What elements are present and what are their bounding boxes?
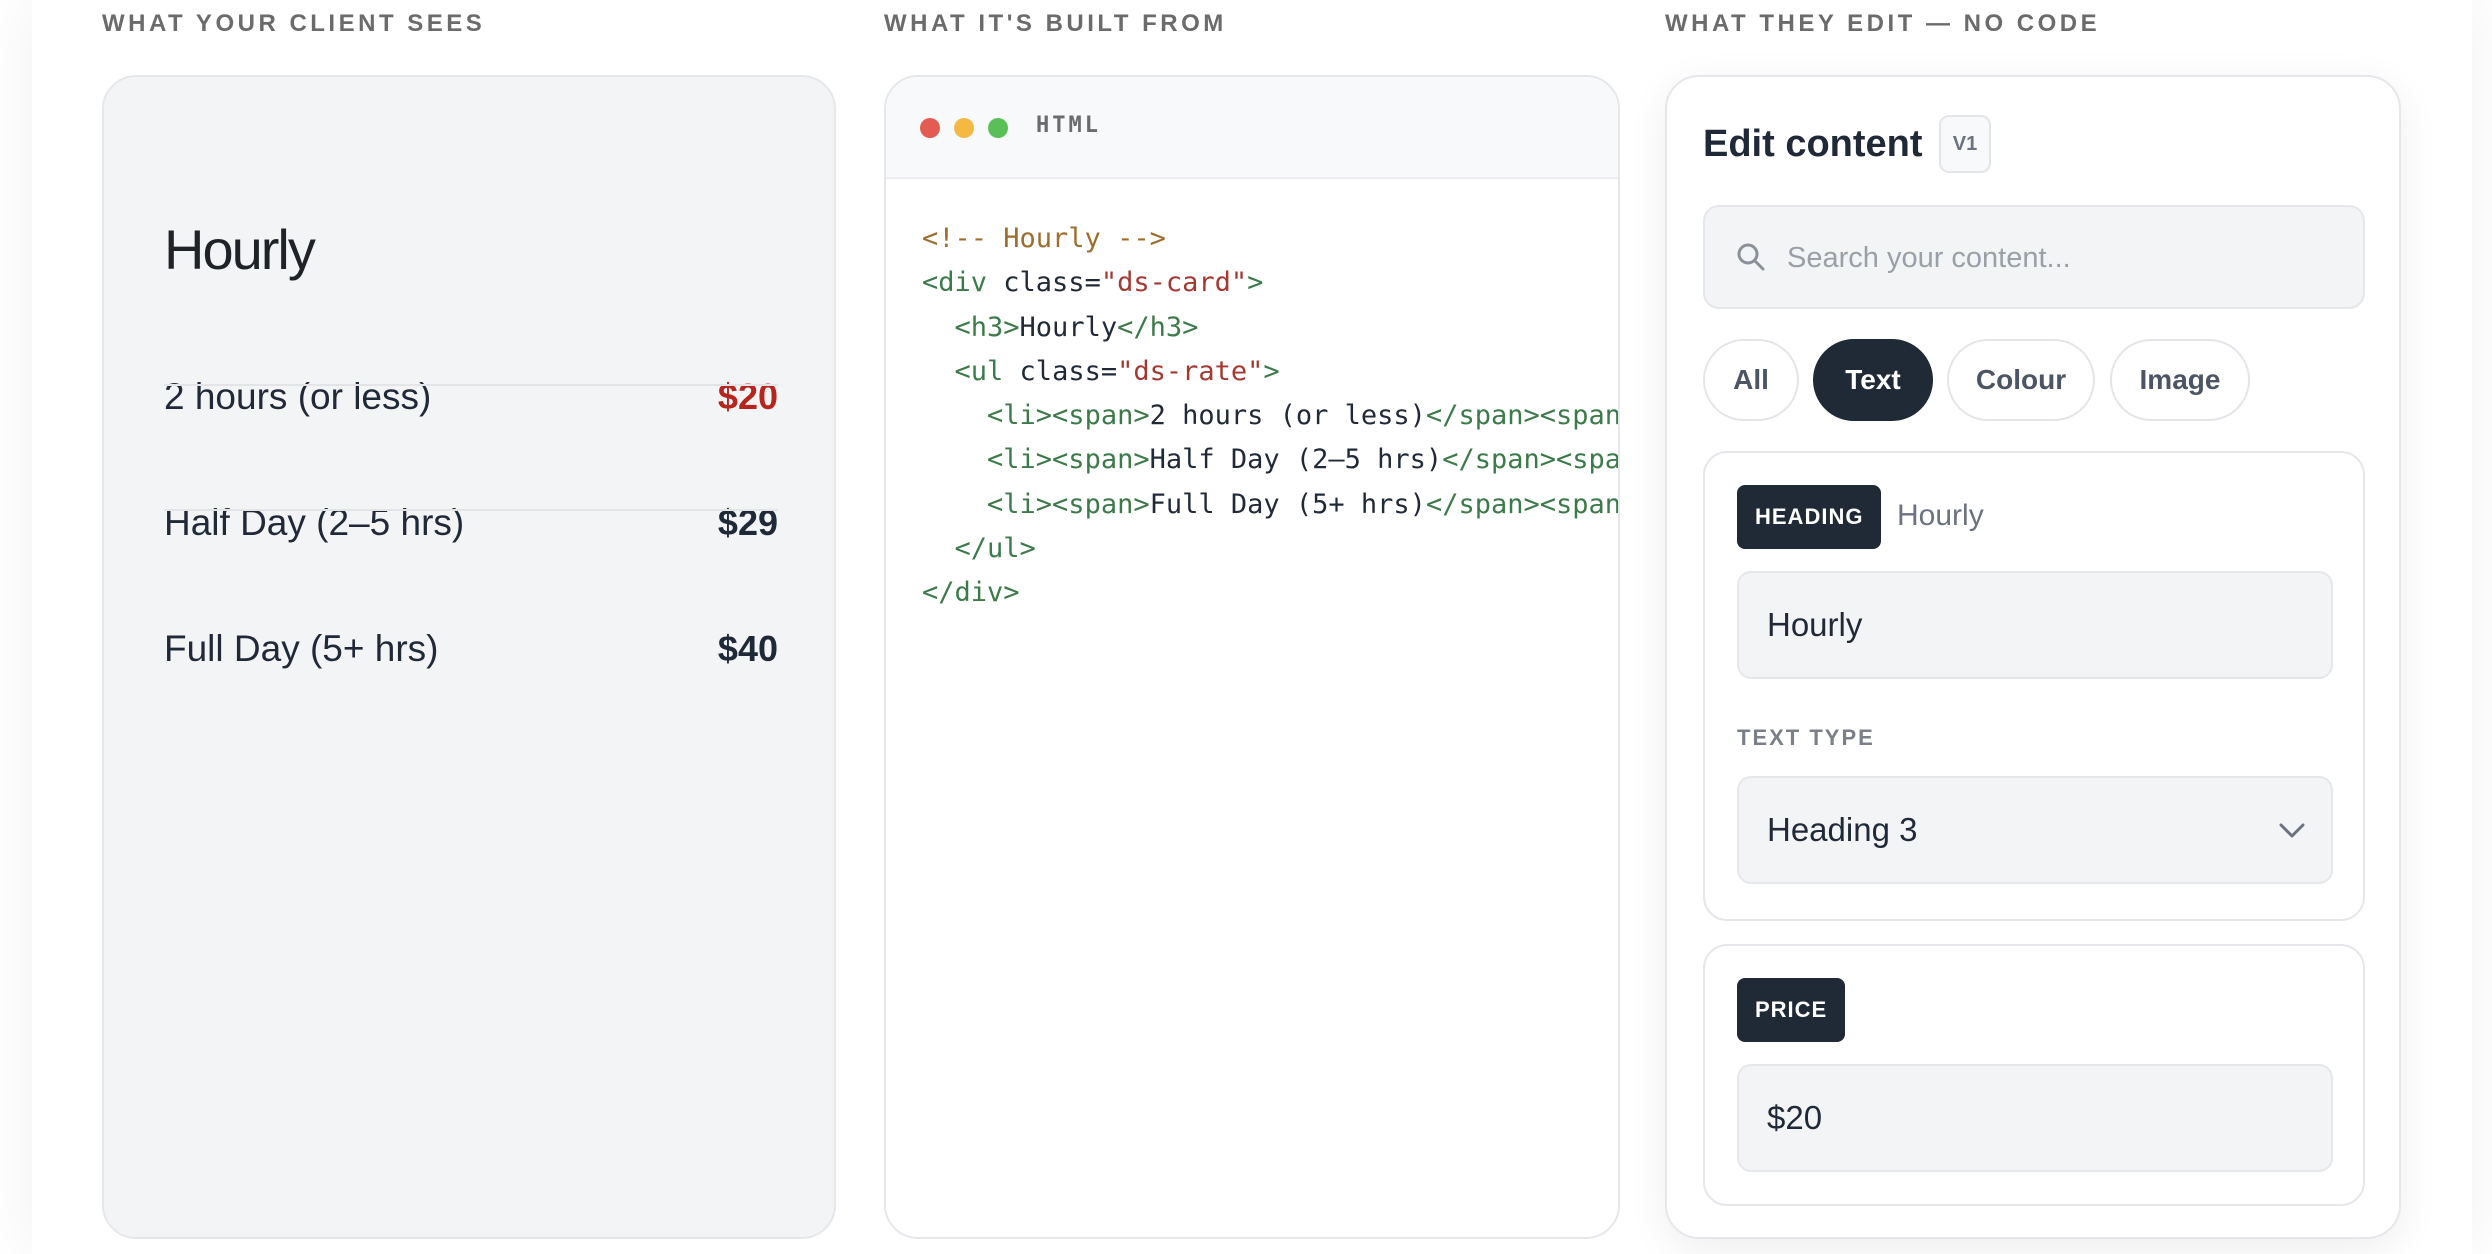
code-token: > [1247, 267, 1264, 299]
code-token: </div> [922, 577, 1020, 609]
price-value-field[interactable]: $20 [1737, 1064, 2333, 1172]
rate-row: Full Day (5+ hrs) $40 [164, 586, 778, 712]
search-icon [1737, 243, 1765, 271]
code-token: <h3> [954, 311, 1020, 343]
code-token: "ds-card" [1100, 267, 1248, 299]
code-token: <li><span> [987, 400, 1150, 432]
rate-divider [164, 384, 778, 386]
preview-heading: Hourly [164, 218, 316, 281]
code-token: </span><span c [1425, 400, 1620, 432]
code-token: class= [1003, 355, 1118, 387]
text-type-label: TEXT TYPE [1737, 725, 1875, 750]
code-token: </ul> [954, 533, 1036, 565]
client-preview-card: Hourly 2 hours (or less) $20 Half Day (2… [102, 75, 836, 1239]
close-dot-icon [920, 118, 940, 138]
code-token: <li><span> [987, 444, 1150, 476]
code-token: 2 hours (or less) [1149, 400, 1426, 432]
content-editor-panel: Edit content V1 All Text Colour Image HE… [1665, 75, 2401, 1239]
price-tag: PRICE [1737, 978, 1846, 1042]
rate-row: Half Day (2–5 hrs) $29 [164, 460, 778, 586]
code-token: <div [922, 267, 988, 299]
code-token: "ds-rate" [1117, 355, 1264, 387]
chevron-down-icon [2279, 823, 2305, 838]
code-language-label: HTML [1036, 113, 1101, 138]
filter-all[interactable]: All [1703, 339, 1799, 421]
rate-label: 2 hours (or less) [164, 376, 432, 417]
editor-title: Edit content [1703, 123, 1923, 165]
code-token: </span><span [1442, 444, 1620, 476]
code-listing: <!-- Hourly --> <div class="ds-card"> <h… [922, 217, 1620, 616]
rate-divider [164, 509, 778, 511]
heading-meta: Hourly [1897, 499, 1984, 532]
code-token: Half Day (2–5 hrs) [1149, 444, 1443, 476]
code-column-label: WHAT IT'S BUILT FROM [884, 10, 1227, 37]
code-comment: <!-- Hourly --> [922, 223, 1166, 254]
filter-text[interactable]: Text [1813, 339, 1933, 421]
code-token: </span><span c [1425, 488, 1620, 520]
code-token: Hourly [1019, 311, 1118, 343]
maximize-dot-icon [988, 118, 1008, 138]
rate-price: $40 [717, 628, 778, 669]
version-badge[interactable]: V1 [1939, 115, 1991, 173]
code-window: HTML <!-- Hourly --> <div class="ds-card… [884, 75, 1620, 1239]
minimize-dot-icon [954, 118, 974, 138]
price-content-section: PRICE $20 [1703, 944, 2365, 1206]
code-token: > [1263, 355, 1280, 387]
rate-label: Full Day (5+ hrs) [164, 628, 439, 669]
rate-row: 2 hours (or less) $20 [164, 334, 778, 460]
search-input[interactable] [1785, 207, 2349, 309]
code-token: Full Day (5+ hrs) [1149, 488, 1426, 520]
heading-content-section: HEADING Hourly Hourly TEXT TYPE Heading … [1703, 451, 2365, 921]
filter-image[interactable]: Image [2110, 339, 2250, 421]
rate-price: $20 [717, 376, 778, 417]
code-token: <li><span> [987, 488, 1150, 520]
code-token: <ul [954, 355, 1004, 387]
filter-colour[interactable]: Colour [1947, 339, 2095, 421]
code-window-titlebar: HTML [886, 77, 1618, 179]
text-type-select[interactable]: Heading 3 [1737, 776, 2333, 884]
text-type-value: Heading 3 [1767, 811, 1918, 848]
content-search[interactable] [1703, 205, 2365, 309]
preview-column-label: WHAT YOUR CLIENT SEES [102, 10, 486, 37]
heading-tag: HEADING [1737, 485, 1882, 549]
code-token: class= [987, 267, 1101, 299]
editor-column-label: WHAT THEY EDIT — NO CODE [1665, 10, 2101, 37]
code-token: </h3> [1117, 311, 1199, 343]
heading-text-field[interactable]: Hourly [1737, 571, 2333, 679]
